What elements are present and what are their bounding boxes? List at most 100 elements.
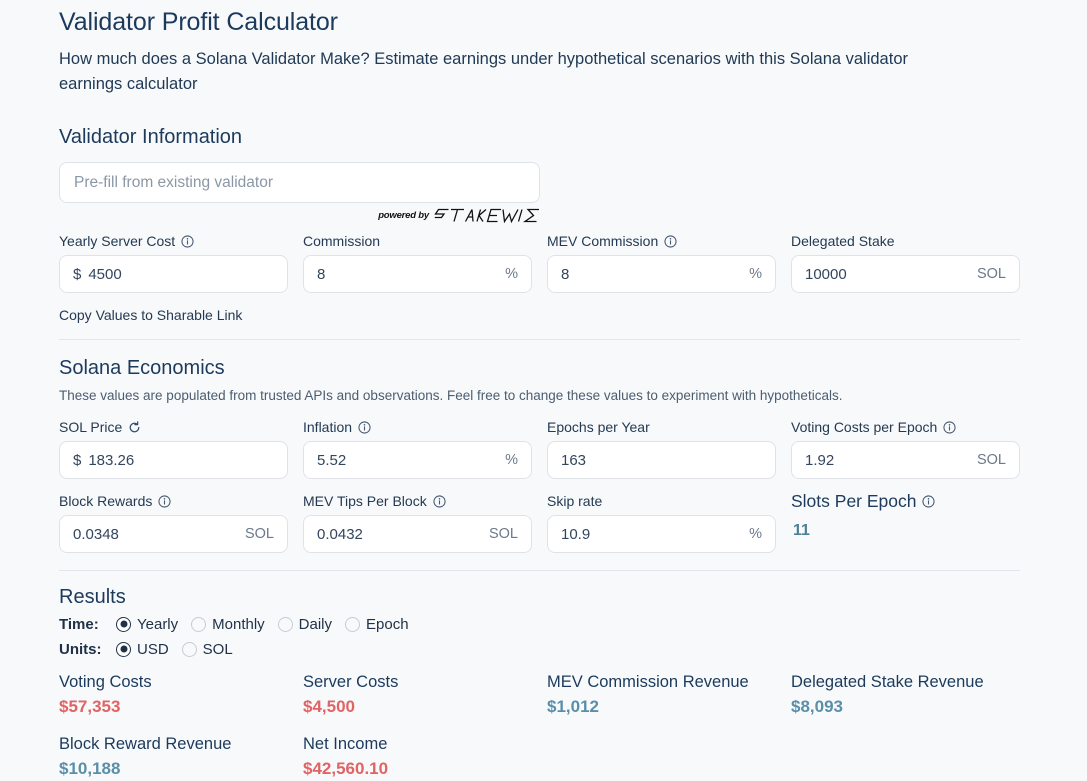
- percent-suffix: %: [505, 266, 518, 282]
- radio-time-daily[interactable]: Daily: [278, 616, 332, 633]
- validator-information-heading: Validator Information: [59, 123, 1028, 151]
- result-value: $4,500: [303, 695, 547, 719]
- results-heading: Results: [59, 583, 1028, 611]
- section-divider-2: [59, 570, 1020, 571]
- radio-label: Yearly: [137, 616, 178, 633]
- solana-economics-fields: SOL Price $ 183.26 Inflation: [59, 418, 1028, 553]
- input-value[interactable]: 10.9: [561, 526, 742, 543]
- field-label-mev-commission: MEV Commission: [547, 232, 776, 250]
- field-voting-costs-per-epoch: Voting Costs per Epoch 1.92 SOL: [791, 418, 1020, 479]
- field-label-slots-per-epoch: Slots Per Epoch: [791, 492, 1020, 510]
- slots-per-epoch-value: 11: [791, 512, 1020, 550]
- radio-units-sol[interactable]: SOL: [182, 641, 233, 658]
- input-block-rewards[interactable]: 0.0348 SOL: [59, 515, 288, 553]
- field-label-block-rewards: Block Rewards: [59, 492, 288, 510]
- field-label-yearly-server-cost: Yearly Server Cost: [59, 232, 288, 250]
- radio-time-epoch[interactable]: Epoch: [345, 616, 409, 633]
- percent-suffix: %: [749, 266, 762, 282]
- results-grid: Voting Costs $57,353 Server Costs $4,500…: [59, 671, 1028, 781]
- radio-label: USD: [137, 641, 169, 658]
- solana-economics-note: These values are populated from trusted …: [59, 386, 1028, 405]
- field-mev-commission: MEV Commission 8 %: [547, 232, 776, 293]
- time-options-row: Time: Yearly Monthly Daily Epoch: [59, 612, 1028, 636]
- radio-label: Daily: [299, 616, 332, 633]
- currency-prefix: $: [73, 266, 81, 283]
- stakewiz-logo: [434, 208, 540, 223]
- refresh-icon[interactable]: [128, 421, 141, 434]
- sol-suffix: SOL: [977, 266, 1006, 282]
- input-value[interactable]: 183.26: [88, 452, 274, 469]
- label-text: Commission: [303, 232, 380, 250]
- field-label-inflation: Inflation: [303, 418, 532, 436]
- prefill-field-wrapper: powered by: [59, 162, 1028, 223]
- label-text: Delegated Stake: [791, 232, 895, 250]
- validator-information-fields: Yearly Server Cost $ 4500 Commission 8 %: [59, 232, 1028, 293]
- field-skip-rate: Skip rate 10.9 %: [547, 492, 776, 553]
- info-icon[interactable]: [664, 235, 677, 248]
- result-value: $57,353: [59, 695, 303, 719]
- input-epochs-per-year[interactable]: 163: [547, 441, 776, 479]
- input-yearly-server-cost[interactable]: $ 4500: [59, 255, 288, 293]
- field-yearly-server-cost: Yearly Server Cost $ 4500: [59, 232, 288, 293]
- radio-indicator[interactable]: [116, 642, 131, 657]
- info-icon[interactable]: [158, 495, 171, 508]
- info-icon[interactable]: [358, 421, 371, 434]
- input-value[interactable]: 1.92: [805, 452, 970, 469]
- field-commission: Commission 8 %: [303, 232, 532, 293]
- field-label-sol-price: SOL Price: [59, 418, 288, 436]
- radio-indicator[interactable]: [278, 617, 293, 632]
- result-delegated-stake-revenue: Delegated Stake Revenue $8,093: [791, 671, 1035, 719]
- field-delegated-stake: Delegated Stake 10000 SOL: [791, 232, 1020, 293]
- input-skip-rate[interactable]: 10.9 %: [547, 515, 776, 553]
- input-value[interactable]: 4500: [88, 266, 274, 283]
- input-commission[interactable]: 8 %: [303, 255, 532, 293]
- result-label: MEV Commission Revenue: [547, 671, 791, 693]
- sol-suffix: SOL: [977, 452, 1006, 468]
- radio-time-monthly[interactable]: Monthly: [191, 616, 265, 633]
- time-label: Time:: [59, 616, 116, 633]
- field-label-delegated-stake: Delegated Stake: [791, 232, 1020, 250]
- field-label-mev-tips-per-block: MEV Tips Per Block: [303, 492, 532, 510]
- radio-indicator[interactable]: [345, 617, 360, 632]
- label-text: Epochs per Year: [547, 418, 650, 436]
- label-text: Inflation: [303, 418, 352, 436]
- input-mev-commission[interactable]: 8 %: [547, 255, 776, 293]
- page-title: Validator Profit Calculator: [59, 0, 1028, 39]
- prefill-validator-input[interactable]: [59, 162, 540, 203]
- percent-suffix: %: [505, 452, 518, 468]
- input-inflation[interactable]: 5.52 %: [303, 441, 532, 479]
- result-label: Voting Costs: [59, 671, 303, 693]
- input-value[interactable]: 0.0348: [73, 526, 238, 543]
- info-icon[interactable]: [433, 495, 446, 508]
- percent-suffix: %: [749, 526, 762, 542]
- field-label-skip-rate: Skip rate: [547, 492, 776, 510]
- info-icon[interactable]: [181, 235, 194, 248]
- radio-label: Monthly: [212, 616, 265, 633]
- radio-indicator[interactable]: [116, 617, 131, 632]
- input-delegated-stake[interactable]: 10000 SOL: [791, 255, 1020, 293]
- field-slots-per-epoch: Slots Per Epoch 11: [791, 492, 1020, 553]
- section-divider-1: [59, 339, 1020, 340]
- input-voting-costs-per-epoch[interactable]: 1.92 SOL: [791, 441, 1020, 479]
- radio-indicator[interactable]: [191, 617, 206, 632]
- input-sol-price[interactable]: $ 183.26: [59, 441, 288, 479]
- result-block-reward-revenue: Block Reward Revenue $10,188: [59, 733, 303, 781]
- input-value[interactable]: 10000: [805, 266, 970, 283]
- input-value[interactable]: 163: [561, 452, 762, 469]
- radio-units-usd[interactable]: USD: [116, 641, 169, 658]
- currency-prefix: $: [73, 452, 81, 469]
- input-value[interactable]: 0.0432: [317, 526, 482, 543]
- result-label: Block Reward Revenue: [59, 733, 303, 755]
- info-icon[interactable]: [922, 495, 935, 508]
- sol-suffix: SOL: [245, 526, 274, 542]
- result-label: Delegated Stake Revenue: [791, 671, 1035, 693]
- result-value: $1,012: [547, 695, 791, 719]
- radio-indicator[interactable]: [182, 642, 197, 657]
- input-mev-tips-per-block[interactable]: 0.0432 SOL: [303, 515, 532, 553]
- input-value[interactable]: 8: [317, 266, 498, 283]
- input-value[interactable]: 5.52: [317, 452, 498, 469]
- radio-time-yearly[interactable]: Yearly: [116, 616, 178, 633]
- copy-values-to-sharable-link[interactable]: Copy Values to Sharable Link: [59, 307, 242, 323]
- info-icon[interactable]: [943, 421, 956, 434]
- input-value[interactable]: 8: [561, 266, 742, 283]
